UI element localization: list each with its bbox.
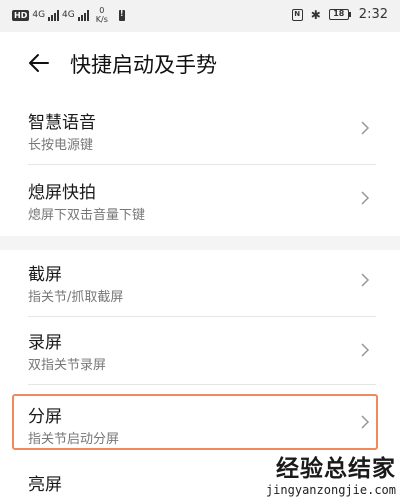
item-subtitle: 长按电源键 bbox=[28, 138, 94, 153]
clock: 2:32 bbox=[358, 7, 388, 22]
chevron-right-icon bbox=[361, 191, 370, 205]
list-item-screenshot[interactable]: 截屏 指关节/抓取截屏 bbox=[0, 260, 400, 308]
item-title: 熄屏快拍 bbox=[28, 183, 96, 203]
bluetooth-icon: ✱ bbox=[310, 7, 321, 22]
page-title: 快捷启动及手势 bbox=[70, 53, 217, 77]
list-item-split-screen[interactable]: 分屏 指关节启动分屏 bbox=[0, 402, 400, 448]
watermark-url: jingyanzongjie.com bbox=[265, 483, 396, 497]
chevron-right-icon bbox=[361, 121, 370, 135]
item-subtitle: 熄屏下双击音量下键 bbox=[28, 208, 146, 223]
battery-icon: 18 bbox=[328, 9, 351, 20]
nfc-icon: N bbox=[291, 8, 303, 21]
hd-badge: HD bbox=[12, 9, 30, 21]
status-bar: HD 4G 4G 0 K/s N ✱ 18 2:32 bbox=[0, 0, 400, 32]
watermark-logo-suffix: 家 bbox=[372, 456, 396, 482]
divider bbox=[28, 164, 376, 165]
watermark: 经验总结家 jingyanzongjie.com bbox=[266, 449, 396, 497]
chevron-right-icon bbox=[361, 273, 370, 287]
divider bbox=[28, 316, 376, 317]
watermark-logo-text: 经验总结 bbox=[276, 456, 372, 482]
status-left: HD 4G 4G 0 K/s bbox=[12, 6, 125, 24]
network-label-1: 4G bbox=[32, 10, 46, 20]
network-label-2: 4G bbox=[62, 10, 75, 20]
speed-unit: K/s bbox=[95, 15, 108, 24]
item-subtitle: 双指关节录屏 bbox=[28, 358, 107, 373]
signal-icon-2 bbox=[77, 9, 89, 21]
list-item-smart-voice[interactable]: 智慧语音 长按电源键 bbox=[0, 108, 400, 156]
header: 快捷启动及手势 bbox=[0, 40, 400, 88]
item-title: 分屏 bbox=[28, 407, 62, 427]
section-gap bbox=[0, 236, 400, 250]
status-right: N ✱ 18 2:32 bbox=[291, 7, 388, 22]
chevron-right-icon bbox=[361, 343, 370, 357]
item-title: 智慧语音 bbox=[28, 113, 96, 133]
divider bbox=[28, 384, 376, 385]
chevron-right-icon bbox=[361, 415, 370, 429]
item-title: 截屏 bbox=[28, 265, 62, 285]
speed-value: 0 bbox=[99, 6, 105, 15]
arrow-left-icon[interactable] bbox=[26, 50, 52, 76]
network-speed: 0 K/s bbox=[96, 6, 108, 24]
item-subtitle: 指关节启动分屏 bbox=[28, 432, 120, 447]
signal-icon-1 bbox=[48, 9, 60, 21]
battery-level: 18 bbox=[328, 9, 349, 20]
list-item-screen-off-snapshot[interactable]: 熄屏快拍 熄屏下双击音量下键 bbox=[0, 178, 400, 226]
item-subtitle: 指关节/抓取截屏 bbox=[28, 290, 124, 305]
item-title: 录屏 bbox=[28, 333, 62, 353]
alert-icon bbox=[118, 9, 125, 21]
watermark-logo: 经验总结家 bbox=[266, 449, 396, 483]
battery-tip bbox=[348, 12, 351, 17]
list-item-screen-record[interactable]: 录屏 双指关节录屏 bbox=[0, 328, 400, 376]
item-title: 亮屏 bbox=[28, 475, 62, 495]
